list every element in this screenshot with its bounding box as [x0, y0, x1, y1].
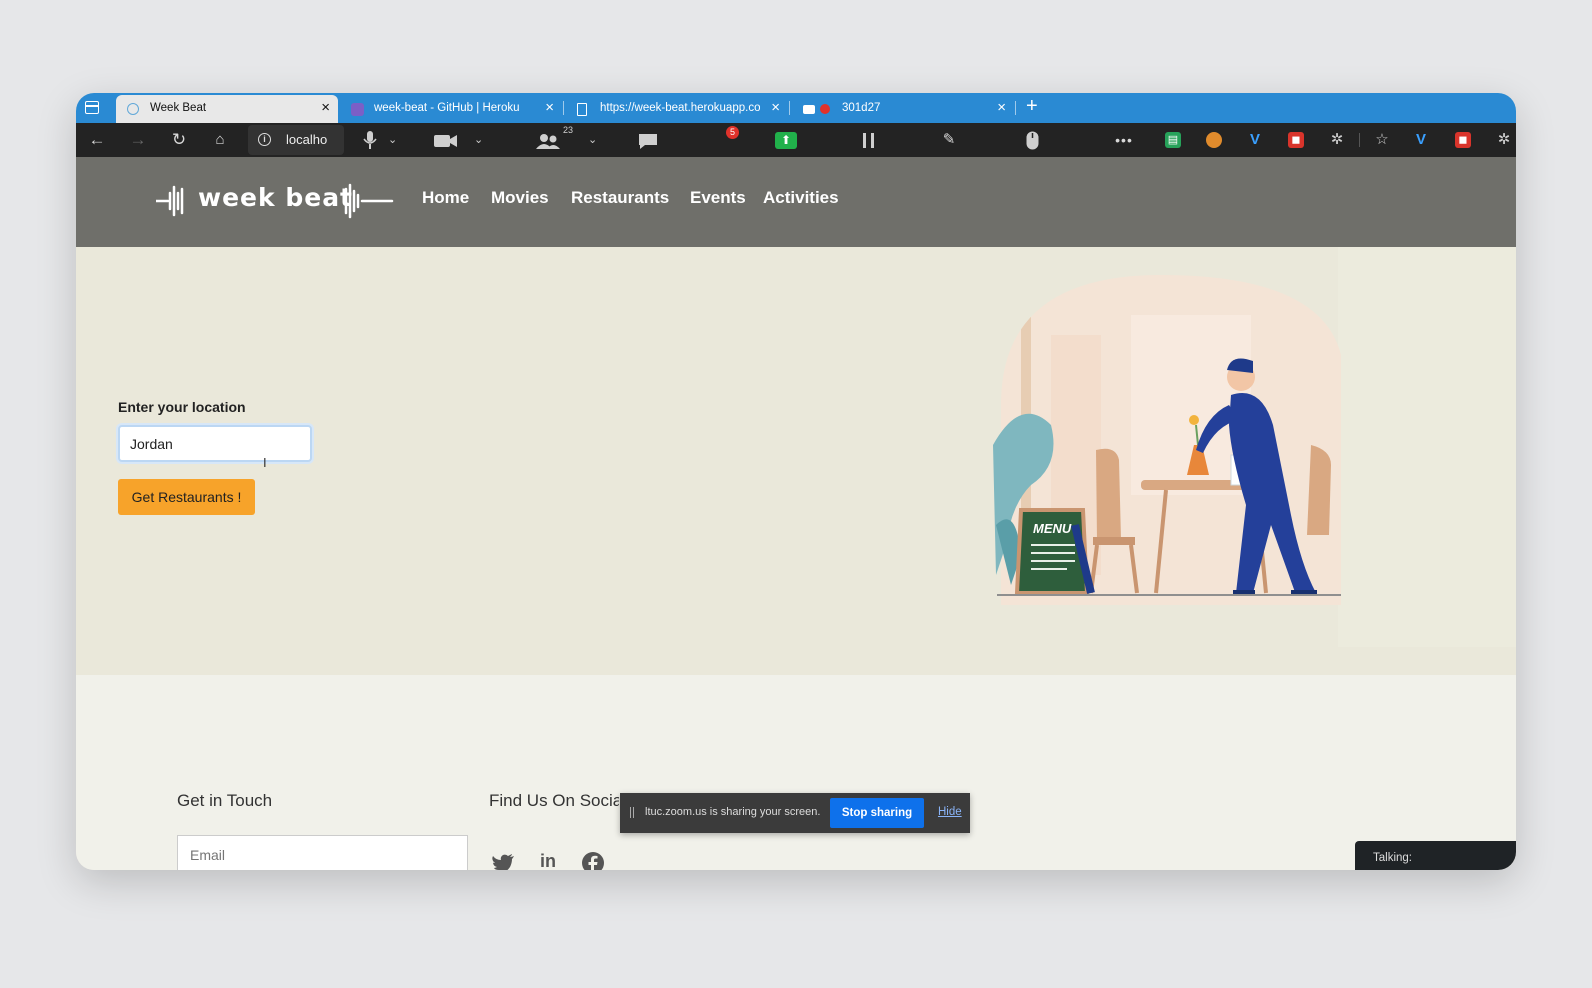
- refresh-icon[interactable]: ↻: [168, 123, 190, 157]
- more-options-icon[interactable]: •••: [1110, 123, 1138, 157]
- extensions-puzzle-icon[interactable]: ✲: [1329, 132, 1345, 148]
- talking-label: Talking:: [1373, 852, 1412, 864]
- week-beat-logo[interactable]: week beat: [156, 179, 401, 221]
- zoom-icon: [803, 105, 815, 114]
- drag-handle-icon[interactable]: [630, 807, 634, 818]
- text-cursor-icon: I: [263, 455, 267, 470]
- page-icon: [577, 103, 587, 116]
- heroku-icon: [351, 103, 364, 116]
- nav-events[interactable]: Events: [690, 188, 746, 208]
- remote-control-mouse-icon[interactable]: [1026, 131, 1039, 150]
- linkedin-icon[interactable]: in: [536, 851, 560, 870]
- site-footer: Get in Touch Find Us On Social in: [76, 675, 1516, 870]
- extension-icon[interactable]: ◼: [1455, 132, 1471, 148]
- close-tab-icon[interactable]: ×: [545, 100, 554, 115]
- tab-strip: Week Beat × week-beat - GitHub | Heroku …: [76, 93, 1516, 123]
- email-field[interactable]: [177, 835, 468, 870]
- get-in-touch-heading: Get in Touch: [177, 791, 273, 810]
- video-camera-icon[interactable]: [434, 134, 458, 148]
- restaurant-waiter-illustration: MENU: [993, 275, 1341, 605]
- microphone-icon[interactable]: [363, 131, 377, 150]
- chevron-down-icon[interactable]: ⌄: [588, 123, 597, 157]
- vimeo-extension-icon[interactable]: V: [1413, 132, 1429, 148]
- nav-activities[interactable]: Activities: [763, 188, 839, 208]
- site-info-icon[interactable]: i: [258, 133, 271, 146]
- close-tab-icon[interactable]: ×: [321, 100, 330, 115]
- chevron-down-icon[interactable]: ⌄: [474, 123, 483, 157]
- chat-icon[interactable]: [638, 133, 658, 150]
- close-tab-icon[interactable]: ×: [997, 100, 1006, 115]
- address-text: localho: [286, 132, 328, 147]
- tab-actions-icon[interactable]: [85, 101, 99, 114]
- extension-icon[interactable]: ◼: [1288, 132, 1304, 148]
- nav-movies[interactable]: Movies: [491, 188, 549, 208]
- facebook-icon[interactable]: [581, 851, 605, 870]
- location-input[interactable]: [118, 425, 312, 462]
- zoom-share-bar: ltuc.zoom.us is sharing your screen. Sto…: [620, 793, 970, 833]
- hero-background-panel: [1338, 247, 1516, 647]
- extension-icon[interactable]: ▤: [1165, 132, 1181, 148]
- tab-herokuapp[interactable]: https://week-beat.herokuapp.co ×: [566, 95, 788, 123]
- tab-title: week-beat - GitHub | Heroku: [374, 102, 519, 114]
- tab-zoom[interactable]: 301d27 ×: [792, 95, 1014, 123]
- cookie-extension-icon[interactable]: [1206, 132, 1222, 148]
- hide-button[interactable]: Hide: [938, 806, 962, 818]
- participants-icon[interactable]: [536, 133, 560, 149]
- tab-divider: [789, 101, 790, 115]
- new-tab-button[interactable]: +: [1026, 95, 1038, 118]
- chevron-down-icon[interactable]: ⌄: [388, 123, 397, 157]
- browser-toolbar: ← → ↻ ⌂ i localho ⌄ ⌄ 23 ⌄ 5 ⬆ ✎ ••• ▤ V…: [76, 123, 1516, 157]
- menu-board: MENU: [1014, 508, 1095, 595]
- vimeo-extension-icon[interactable]: V: [1247, 132, 1263, 148]
- site-header: week beat Home Movies Restaurants Events…: [76, 157, 1516, 247]
- nav-restaurants[interactable]: Restaurants: [571, 188, 669, 208]
- recording-icon: [820, 104, 830, 114]
- tab-divider: [563, 101, 564, 115]
- hero-section: Enter your location I Get Restaurants !: [76, 247, 1516, 675]
- share-message: ltuc.zoom.us is sharing your screen.: [645, 806, 821, 818]
- address-bar[interactable]: i localho: [248, 125, 344, 155]
- favorites-icon[interactable]: ☆: [1374, 132, 1390, 148]
- browser-window: Week Beat × week-beat - GitHub | Heroku …: [76, 93, 1516, 870]
- logo-text: week beat: [198, 183, 354, 212]
- react-icon: [127, 103, 139, 115]
- tab-divider: [1015, 101, 1016, 115]
- tab-heroku[interactable]: week-beat - GitHub | Heroku ×: [340, 95, 562, 123]
- participants-count: 23: [563, 125, 574, 135]
- extensions-puzzle-icon[interactable]: ✲: [1496, 132, 1512, 148]
- tab-title: 301d27: [842, 102, 881, 114]
- tab-title: https://week-beat.herokuapp.co: [600, 102, 760, 114]
- pause-share-icon[interactable]: [862, 133, 876, 148]
- toolbar-divider: [1359, 133, 1360, 147]
- location-label: Enter your location: [118, 399, 246, 415]
- twitter-icon[interactable]: [491, 851, 515, 870]
- talking-indicator: Talking:: [1355, 841, 1516, 870]
- tab-week-beat[interactable]: Week Beat ×: [116, 95, 338, 123]
- chat-unread-badge: 5: [726, 126, 739, 139]
- share-screen-icon[interactable]: ⬆: [775, 132, 797, 149]
- close-tab-icon[interactable]: ×: [771, 100, 780, 115]
- annotate-pencil-icon[interactable]: ✎: [938, 123, 960, 157]
- stop-sharing-button[interactable]: Stop sharing: [830, 798, 924, 828]
- forward-arrow-icon[interactable]: →: [127, 123, 149, 157]
- tab-title: Week Beat: [150, 102, 207, 114]
- get-restaurants-button[interactable]: Get Restaurants !: [118, 479, 255, 515]
- back-arrow-icon[interactable]: ←: [86, 123, 108, 157]
- social-heading: Find Us On Social: [489, 791, 619, 810]
- menu-board-text: MENU: [1033, 521, 1072, 536]
- home-icon[interactable]: ⌂: [209, 123, 231, 157]
- nav-home[interactable]: Home: [422, 188, 469, 208]
